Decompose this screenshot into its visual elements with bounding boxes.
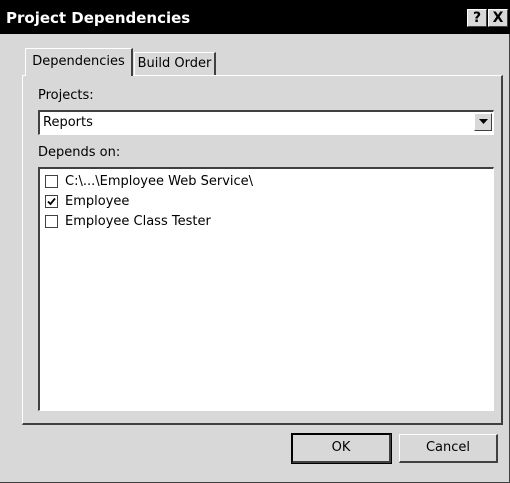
projects-dropdown[interactable]: Reports — [38, 110, 494, 135]
projects-selected-value: Reports — [43, 115, 93, 130]
list-item-label: C:\...\Employee Web Service\ — [65, 174, 254, 189]
depends-on-list[interactable]: C:\...\Employee Web Service\ Employee Em… — [38, 167, 494, 411]
projects-label: Projects: — [38, 88, 94, 103]
project-dependencies-dialog: Project Dependencies ? X Dependencies Bu… — [0, 0, 510, 483]
help-button[interactable]: ? — [467, 9, 487, 27]
close-icon: X — [492, 10, 504, 26]
title-bar: Project Dependencies ? X — [0, 0, 510, 34]
list-item-label: Employee Class Tester — [65, 214, 211, 229]
close-button[interactable]: X — [488, 9, 508, 27]
chevron-down-icon — [479, 119, 488, 124]
tab-build-order[interactable]: Build Order — [134, 52, 216, 76]
checkbox-web-service[interactable] — [45, 175, 58, 188]
depends-on-label: Depends on: — [38, 145, 121, 160]
dialog-title: Project Dependencies — [6, 9, 191, 27]
dropdown-button[interactable] — [474, 113, 492, 131]
list-item-label: Employee — [65, 194, 130, 209]
checkbox-employee-class-tester[interactable] — [45, 215, 58, 228]
cancel-button[interactable]: Cancel — [399, 434, 498, 463]
help-icon: ? — [472, 10, 482, 26]
tab-dependencies[interactable]: Dependencies — [25, 48, 133, 76]
ok-button[interactable]: OK — [291, 433, 392, 464]
checkbox-employee[interactable] — [45, 195, 58, 208]
check-icon — [47, 197, 56, 206]
